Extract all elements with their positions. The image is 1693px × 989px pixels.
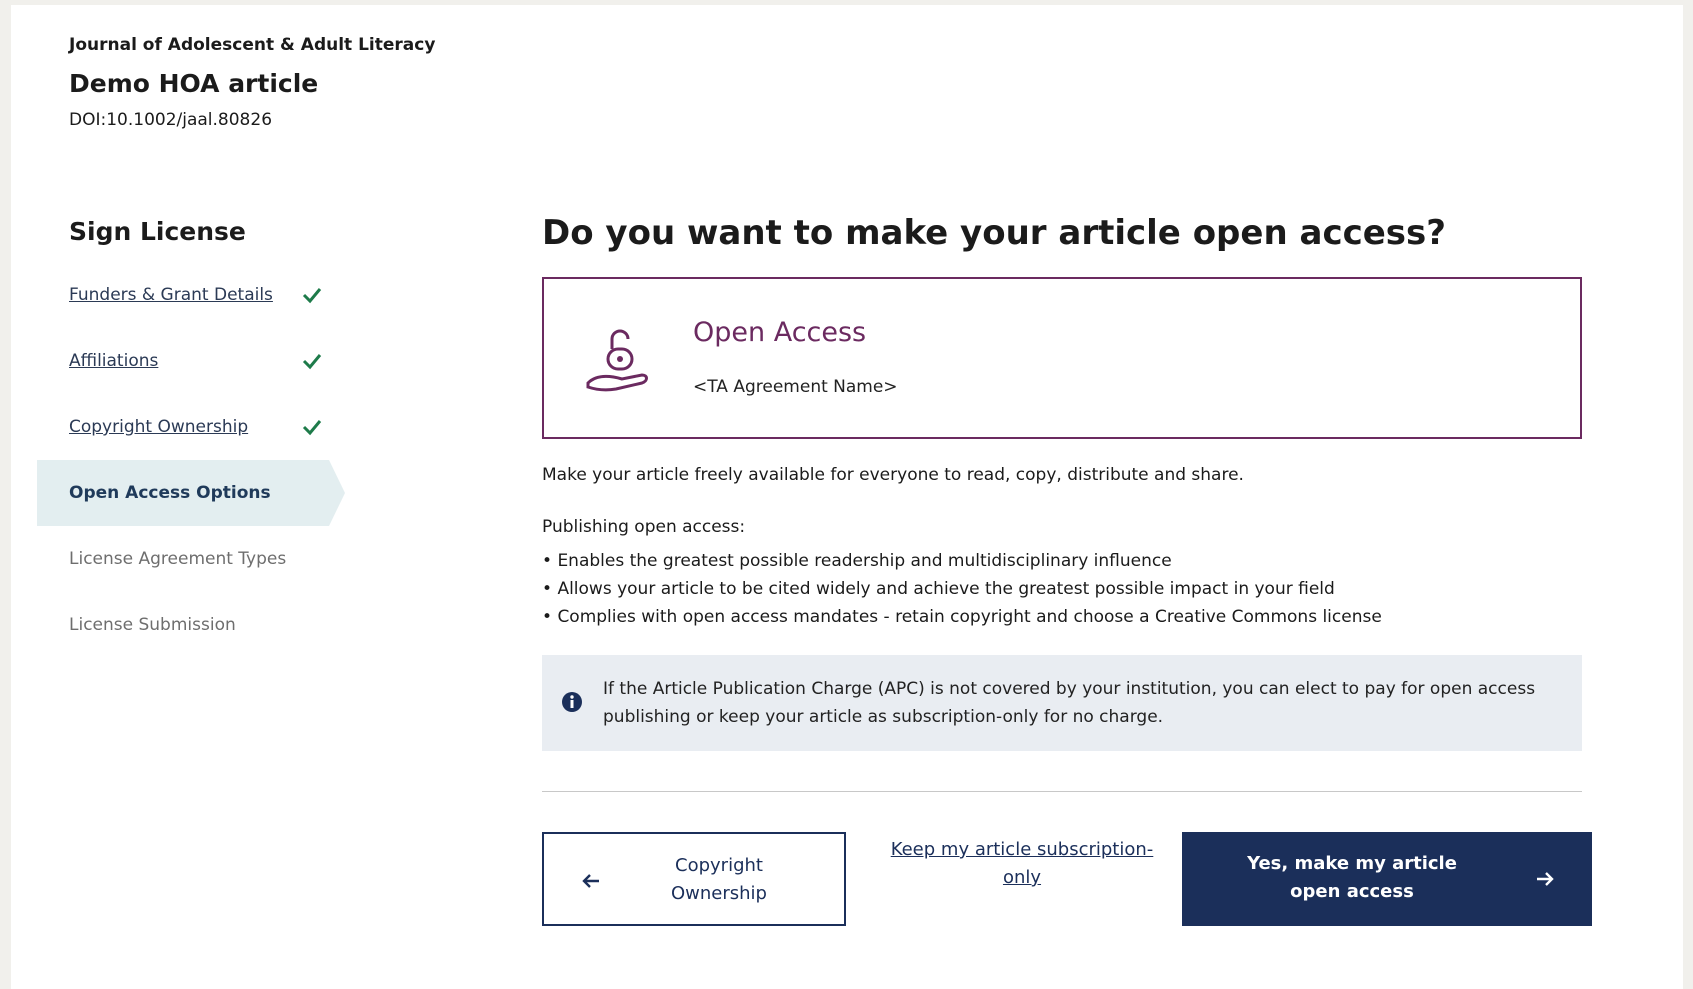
step-label-open-access-options: Open Access Options: [69, 483, 271, 503]
subscription-only-link[interactable]: Keep my article subscription-only: [872, 836, 1172, 892]
journal-name: Journal of Adolescent & Adult Literacy: [69, 35, 436, 55]
article-title: Demo HOA article: [69, 69, 319, 98]
arrow-right-icon: [1537, 872, 1554, 886]
back-button-label: Copyright Ownership: [671, 855, 767, 904]
action-bar: Copyright Ownership Keep my article subs…: [542, 832, 1592, 942]
sign-license-sidebar: Sign License Funders & Grant Details Aff…: [11, 217, 371, 658]
sidebar-item-copyright-ownership[interactable]: Copyright Ownership: [11, 394, 371, 460]
info-banner: If the Article Publication Charge (APC) …: [542, 655, 1582, 751]
page: Journal of Adolescent & Adult Literacy D…: [11, 5, 1683, 989]
main-content: Do you want to make your article open ac…: [542, 213, 1592, 942]
check-icon: [302, 354, 322, 370]
benefit-item: Allows your article to be cited widely a…: [542, 575, 1582, 603]
step-link-funders[interactable]: Funders & Grant Details: [69, 285, 273, 305]
article-header: Journal of Adolescent & Adult Literacy D…: [69, 35, 435, 130]
sidebar-item-license-agreement-types: License Agreement Types: [11, 526, 371, 592]
arrow-left-icon: [582, 874, 599, 888]
make-open-access-button[interactable]: Yes, make my article open access: [1182, 832, 1592, 926]
option-subtitle: <TA Agreement Name>: [693, 377, 898, 397]
sidebar-item-license-submission: License Submission: [11, 592, 371, 658]
divider: [542, 791, 1582, 792]
steps-list: Funders & Grant Details Affiliations Cop…: [11, 262, 371, 658]
sidebar-item-open-access-options[interactable]: Open Access Options: [37, 460, 345, 526]
benefit-item: Enables the greatest possible readership…: [542, 547, 1582, 575]
article-doi: DOI:10.1002/jaal.80826: [69, 110, 273, 130]
sidebar-title: Sign License: [69, 217, 246, 246]
publishing-heading: Publishing open access:: [542, 517, 746, 537]
back-button[interactable]: Copyright Ownership: [542, 832, 846, 926]
info-icon: [562, 692, 582, 712]
sidebar-item-affiliations[interactable]: Affiliations: [11, 328, 371, 394]
step-label-license-agreement-types: License Agreement Types: [69, 549, 287, 569]
open-lock-hand-icon: [586, 329, 648, 392]
make-open-access-label: Yes, make my article open access: [1247, 853, 1457, 902]
page-heading: Do you want to make your article open ac…: [542, 213, 1447, 253]
step-link-affiliations[interactable]: Affiliations: [69, 351, 158, 371]
check-icon: [302, 288, 322, 304]
description-text: Make your article freely available for e…: [542, 465, 1244, 485]
benefit-item: Complies with open access mandates - ret…: [542, 603, 1582, 631]
check-icon: [302, 420, 322, 436]
sidebar-item-funders[interactable]: Funders & Grant Details: [11, 262, 371, 328]
option-title: Open Access: [693, 317, 867, 348]
info-text: If the Article Publication Charge (APC) …: [603, 679, 1536, 727]
step-link-copyright-ownership[interactable]: Copyright Ownership: [69, 417, 248, 437]
step-label-license-submission: License Submission: [69, 615, 236, 635]
benefits-list: Enables the greatest possible readership…: [542, 547, 1582, 631]
open-access-option-card[interactable]: Open Access <TA Agreement Name>: [542, 277, 1582, 439]
